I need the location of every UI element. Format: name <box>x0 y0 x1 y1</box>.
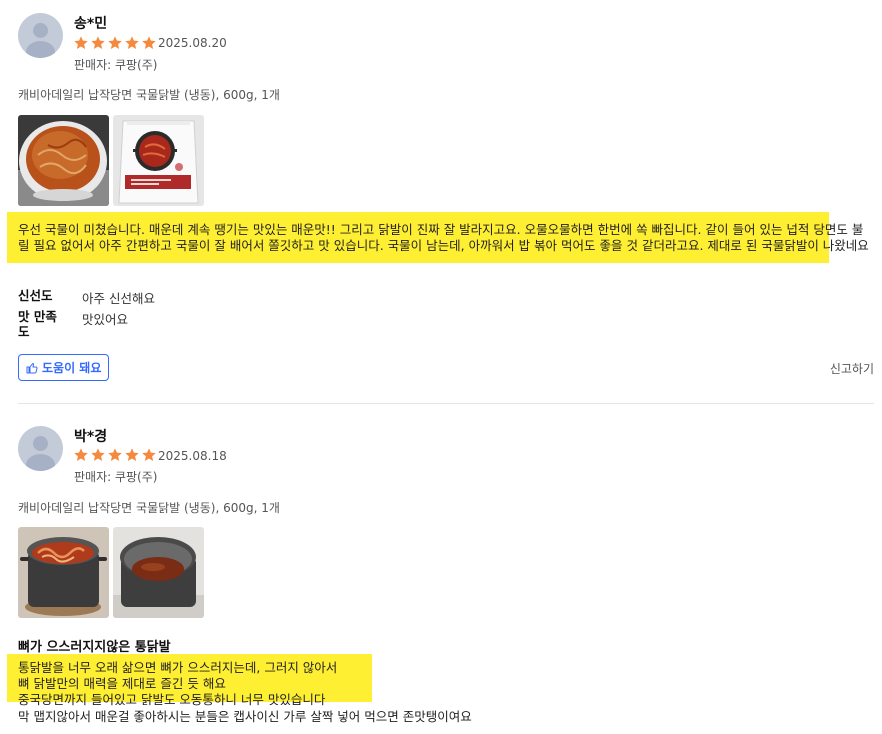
star-icon <box>108 448 122 461</box>
review-photo[interactable] <box>113 527 204 618</box>
seller-info: 판매자: 쿠팡(주) <box>74 58 158 72</box>
review-line: 막 맵지않아서 매운걸 좋아하시는 분들은 캡사이신 가루 살짝 넣어 먹으면 … <box>18 709 472 724</box>
pot-stew-image <box>18 527 109 618</box>
star-icon <box>91 448 105 461</box>
star-rating <box>73 35 157 51</box>
helpful-button[interactable]: 도움이 돼요 <box>18 354 110 381</box>
review-date: 2025.08.18 <box>158 449 227 463</box>
review-text: 우선 국물이 미쳤습니다. 매운데 계속 땡기는 맛있는 매운맛!! 그리고 닭… <box>18 222 869 253</box>
star-icon <box>142 36 156 49</box>
star-icon <box>142 448 156 461</box>
avatar-head <box>33 23 48 38</box>
star-icon <box>74 36 88 49</box>
review-card: 송*민 2025.08.20 판매자: 쿠팡(주) 캐비아데일리 납작당면 국물… <box>0 0 882 404</box>
product-name: 캐비아데일리 납작당면 국물닭발 (냉동), 600g, 1개 <box>18 501 280 515</box>
review-photo[interactable] <box>18 527 109 618</box>
star-icon <box>125 36 139 49</box>
report-link[interactable]: 신고하기 <box>830 360 874 377</box>
avatar-body <box>26 41 55 58</box>
star-rating <box>73 447 157 463</box>
review-title: 뼈가 으스러지지않은 통닭발 <box>18 640 171 655</box>
product-name: 캐비아데일리 납작당면 국물닭발 (냉동), 600g, 1개 <box>18 88 280 102</box>
review-photo[interactable] <box>113 115 204 206</box>
thumbs-up-icon <box>26 362 38 373</box>
star-icon <box>91 36 105 49</box>
review-line: 뼈 닭발만의 매력을 제대로 즐긴 듯 해요 <box>18 676 226 691</box>
review-date: 2025.08.20 <box>158 36 227 50</box>
avatar <box>18 13 63 58</box>
avatar-head <box>33 436 48 451</box>
seller-info: 판매자: 쿠팡(주) <box>74 470 158 484</box>
stew-bowl-image <box>18 115 109 206</box>
review-photo[interactable] <box>18 115 109 206</box>
review-line: 통닭발을 너무 오래 삶으면 뼈가 으스러지는데, 그러지 않아서 <box>18 660 338 675</box>
product-package-image <box>113 115 204 206</box>
review-line: 중국당면까지 들어있고 닭발도 오동통하니 너무 맛있습니다 <box>18 692 326 707</box>
star-icon <box>108 36 122 49</box>
survey-label-taste: 맛 만족도 <box>18 309 57 339</box>
star-icon <box>74 448 88 461</box>
survey-value-taste: 맛있어요 <box>82 312 129 327</box>
pot-sauce-image <box>113 527 204 618</box>
helpful-label: 도움이 돼요 <box>42 361 102 375</box>
avatar <box>18 426 63 471</box>
avatar-body <box>26 454 55 471</box>
survey-value-freshness: 아주 신선해요 <box>82 291 155 306</box>
reviewer-name: 박*경 <box>74 429 108 445</box>
reviewer-name: 송*민 <box>74 16 108 32</box>
star-icon <box>125 448 139 461</box>
survey-label-freshness: 신선도 <box>18 288 53 303</box>
review-card: 박*경 2025.08.18 판매자: 쿠팡(주) 캐비아데일리 납작당면 국물… <box>0 404 882 734</box>
